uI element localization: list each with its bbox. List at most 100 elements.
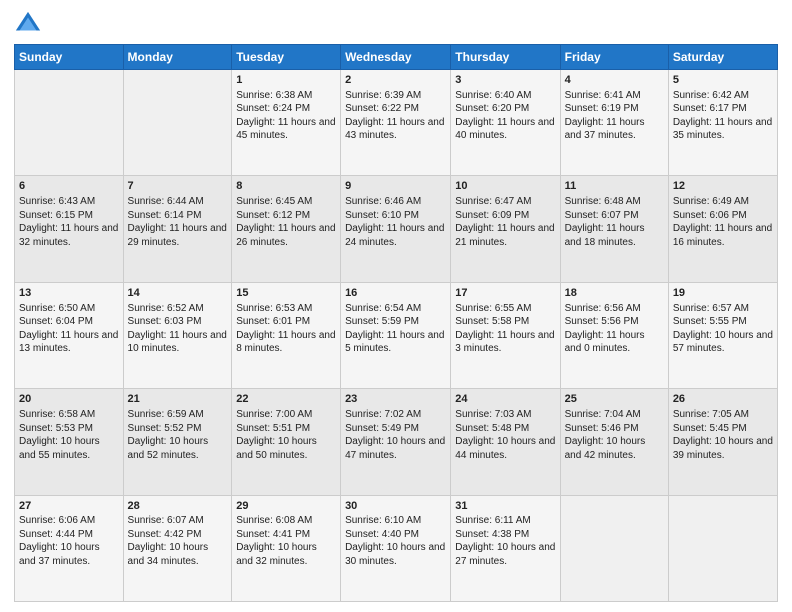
day-info: Sunrise: 6:06 AM: [19, 514, 119, 528]
day-info: Sunrise: 6:55 AM: [455, 302, 555, 316]
day-number: 2: [345, 73, 446, 88]
day-info: Sunrise: 7:00 AM: [236, 408, 336, 422]
calendar-cell: 30Sunrise: 6:10 AMSunset: 4:40 PMDayligh…: [341, 495, 451, 601]
day-number: 22: [236, 392, 336, 407]
day-info: Daylight: 11 hours and 26 minutes.: [236, 222, 336, 249]
day-info: Sunset: 6:10 PM: [345, 209, 446, 223]
day-info: Sunset: 4:42 PM: [128, 528, 228, 542]
calendar-cell: 8Sunrise: 6:45 AMSunset: 6:12 PMDaylight…: [232, 176, 341, 282]
day-number: 18: [565, 286, 664, 301]
calendar-cell: 31Sunrise: 6:11 AMSunset: 4:38 PMDayligh…: [451, 495, 560, 601]
day-number: 24: [455, 392, 555, 407]
day-info: Sunrise: 6:08 AM: [236, 514, 336, 528]
calendar-cell: 10Sunrise: 6:47 AMSunset: 6:09 PMDayligh…: [451, 176, 560, 282]
week-row-4: 20Sunrise: 6:58 AMSunset: 5:53 PMDayligh…: [15, 389, 778, 495]
day-of-week-wednesday: Wednesday: [341, 45, 451, 70]
logo: [14, 10, 46, 38]
day-info: Sunset: 6:06 PM: [673, 209, 773, 223]
day-number: 14: [128, 286, 228, 301]
day-info: Daylight: 11 hours and 21 minutes.: [455, 222, 555, 249]
day-info: Sunrise: 6:40 AM: [455, 89, 555, 103]
day-info: Sunrise: 7:02 AM: [345, 408, 446, 422]
day-number: 8: [236, 179, 336, 194]
day-number: 6: [19, 179, 119, 194]
day-info: Daylight: 10 hours and 27 minutes.: [455, 541, 555, 568]
day-info: Daylight: 10 hours and 42 minutes.: [565, 435, 664, 462]
day-info: Sunrise: 6:53 AM: [236, 302, 336, 316]
day-info: Sunset: 6:19 PM: [565, 102, 664, 116]
day-number: 27: [19, 499, 119, 514]
day-info: Daylight: 10 hours and 30 minutes.: [345, 541, 446, 568]
day-info: Sunrise: 6:07 AM: [128, 514, 228, 528]
day-number: 17: [455, 286, 555, 301]
day-info: Sunrise: 6:49 AM: [673, 195, 773, 209]
day-info: Daylight: 10 hours and 44 minutes.: [455, 435, 555, 462]
day-info: Sunrise: 6:56 AM: [565, 302, 664, 316]
day-info: Sunrise: 6:50 AM: [19, 302, 119, 316]
day-info: Sunset: 5:58 PM: [455, 315, 555, 329]
calendar-header: SundayMondayTuesdayWednesdayThursdayFrid…: [15, 45, 778, 70]
day-info: Sunrise: 6:10 AM: [345, 514, 446, 528]
day-info: Sunset: 6:03 PM: [128, 315, 228, 329]
day-number: 12: [673, 179, 773, 194]
day-info: Sunset: 4:38 PM: [455, 528, 555, 542]
calendar-cell: 3Sunrise: 6:40 AMSunset: 6:20 PMDaylight…: [451, 70, 560, 176]
day-info: Sunrise: 7:03 AM: [455, 408, 555, 422]
day-info: Daylight: 10 hours and 47 minutes.: [345, 435, 446, 462]
day-info: Sunrise: 6:39 AM: [345, 89, 446, 103]
day-number: 23: [345, 392, 446, 407]
day-info: Daylight: 11 hours and 40 minutes.: [455, 116, 555, 143]
day-info: Sunset: 6:17 PM: [673, 102, 773, 116]
day-info: Sunset: 6:20 PM: [455, 102, 555, 116]
day-of-week-tuesday: Tuesday: [232, 45, 341, 70]
day-info: Daylight: 11 hours and 5 minutes.: [345, 329, 446, 356]
calendar-cell: 17Sunrise: 6:55 AMSunset: 5:58 PMDayligh…: [451, 282, 560, 388]
day-number: 5: [673, 73, 773, 88]
day-info: Sunset: 5:52 PM: [128, 422, 228, 436]
day-info: Sunset: 5:56 PM: [565, 315, 664, 329]
day-info: Daylight: 11 hours and 45 minutes.: [236, 116, 336, 143]
day-info: Daylight: 11 hours and 37 minutes.: [565, 116, 664, 143]
day-number: 25: [565, 392, 664, 407]
header: [14, 10, 778, 38]
day-number: 29: [236, 499, 336, 514]
day-info: Sunset: 5:48 PM: [455, 422, 555, 436]
day-info: Sunrise: 6:45 AM: [236, 195, 336, 209]
calendar-cell: 20Sunrise: 6:58 AMSunset: 5:53 PMDayligh…: [15, 389, 124, 495]
day-info: Daylight: 11 hours and 0 minutes.: [565, 329, 664, 356]
calendar-cell: 5Sunrise: 6:42 AMSunset: 6:17 PMDaylight…: [668, 70, 777, 176]
day-info: Sunrise: 6:47 AM: [455, 195, 555, 209]
calendar-cell: 1Sunrise: 6:38 AMSunset: 6:24 PMDaylight…: [232, 70, 341, 176]
day-number: 11: [565, 179, 664, 194]
day-info: Sunrise: 6:42 AM: [673, 89, 773, 103]
week-row-1: 1Sunrise: 6:38 AMSunset: 6:24 PMDaylight…: [15, 70, 778, 176]
calendar-cell: 14Sunrise: 6:52 AMSunset: 6:03 PMDayligh…: [123, 282, 232, 388]
week-row-3: 13Sunrise: 6:50 AMSunset: 6:04 PMDayligh…: [15, 282, 778, 388]
day-info: Sunrise: 7:05 AM: [673, 408, 773, 422]
day-info: Daylight: 11 hours and 3 minutes.: [455, 329, 555, 356]
day-info: Sunset: 6:15 PM: [19, 209, 119, 223]
calendar-cell: [668, 495, 777, 601]
day-number: 28: [128, 499, 228, 514]
day-info: Sunrise: 6:57 AM: [673, 302, 773, 316]
day-of-week-monday: Monday: [123, 45, 232, 70]
day-info: Sunrise: 6:46 AM: [345, 195, 446, 209]
week-row-5: 27Sunrise: 6:06 AMSunset: 4:44 PMDayligh…: [15, 495, 778, 601]
calendar-cell: 13Sunrise: 6:50 AMSunset: 6:04 PMDayligh…: [15, 282, 124, 388]
day-number: 1: [236, 73, 336, 88]
calendar-cell: 25Sunrise: 7:04 AMSunset: 5:46 PMDayligh…: [560, 389, 668, 495]
day-info: Daylight: 10 hours and 32 minutes.: [236, 541, 336, 568]
day-info: Sunset: 6:12 PM: [236, 209, 336, 223]
calendar-cell: 27Sunrise: 6:06 AMSunset: 4:44 PMDayligh…: [15, 495, 124, 601]
day-info: Daylight: 10 hours and 52 minutes.: [128, 435, 228, 462]
day-info: Sunrise: 6:41 AM: [565, 89, 664, 103]
day-info: Sunset: 5:45 PM: [673, 422, 773, 436]
day-info: Sunset: 5:59 PM: [345, 315, 446, 329]
day-info: Daylight: 11 hours and 13 minutes.: [19, 329, 119, 356]
day-info: Sunset: 4:41 PM: [236, 528, 336, 542]
day-number: 15: [236, 286, 336, 301]
calendar-cell: 26Sunrise: 7:05 AMSunset: 5:45 PMDayligh…: [668, 389, 777, 495]
day-info: Sunset: 5:51 PM: [236, 422, 336, 436]
day-info: Sunset: 5:49 PM: [345, 422, 446, 436]
day-info: Sunrise: 6:59 AM: [128, 408, 228, 422]
